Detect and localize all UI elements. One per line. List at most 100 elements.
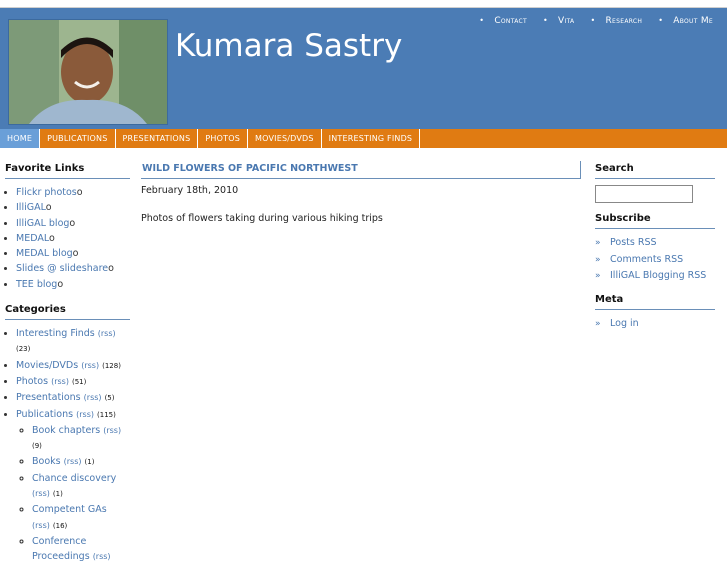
favorite-link[interactable]: Slides @ slideshare [16,263,108,274]
category-count: (1) [52,490,63,499]
main-content: Wild Flowers of Pacific Northwest Februa… [141,161,581,224]
subscribe-list: » Posts RSS » Comments RSS » IlliGAL Bloggi… [595,235,715,285]
nav-home[interactable]: Home [0,129,41,148]
nav-photos[interactable]: Photos [198,129,249,148]
meta-heading: Meta [595,294,715,310]
post-body: Photos of flowers taking during various … [141,213,383,224]
favorite-link[interactable]: IlliGAL [16,202,46,213]
rss-link[interactable]: (rss) [51,377,69,386]
list-item: » Posts RSS [595,235,715,252]
rss-link[interactable]: (rss) [103,426,121,435]
left-sidebar: Favorite Links Flickr photoso IlliGALo I… [5,163,130,565]
subcategory-item: Books (rss) (1) [32,454,130,470]
nav-publications[interactable]: Publications [40,129,116,148]
arrow-icon: » [595,318,601,329]
subcategory-item: Chance discovery (rss) (1) [32,471,130,503]
list-item: Flickr photoso [16,185,130,200]
post-date: February 18th, 2010 [141,185,239,196]
subcategory-link[interactable]: Books [32,456,61,467]
site-title[interactable]: Kumara Sastry [175,28,402,64]
subcategory-item: Competent GAs (rss) (16) [32,502,130,534]
categories-heading: Categories [5,304,130,321]
top-nav: Contact Vita Research About Me [479,16,713,26]
rss-link[interactable]: (rss) [32,521,50,530]
search-heading: Search [595,163,715,179]
list-item: » Log in [595,316,715,333]
category-link[interactable]: Interesting Finds [16,328,95,339]
category-link[interactable]: Publications [16,409,73,420]
search-input[interactable] [595,185,693,203]
favorite-link[interactable]: MEDAL [16,233,49,244]
nav-movies-dvds[interactable]: Movies/DVDs [248,129,322,148]
illigal-blogging-rss-link[interactable]: IlliGAL Blogging RSS [610,270,706,281]
list-item: » IlliGAL Blogging RSS [595,268,715,285]
comments-rss-link[interactable]: Comments RSS [610,254,683,265]
category-count: (23) [16,345,31,354]
top-nav-contact[interactable]: Contact [479,16,527,26]
subcategory-link[interactable]: Conference Proceedings [32,536,90,562]
category-count: (128) [102,361,121,370]
category-link[interactable]: Presentations [16,392,81,403]
category-link[interactable]: Photos [16,376,48,387]
category-count: (16) [52,521,68,530]
subcategories-list: Book chapters (rss) (9) Books (rss) (1) C… [16,423,130,565]
rss-link[interactable]: (rss) [81,361,99,370]
top-nav-vita[interactable]: Vita [543,16,574,26]
category-count: (9) [32,442,42,451]
arrow-icon: » [595,238,601,248]
top-nav-research[interactable]: Research [590,16,642,26]
favorite-links-list: Flickr photoso IlliGALo IlliGAL blogo ME… [5,185,130,292]
subcategory-link[interactable]: Competent GAs [32,504,107,515]
rss-link[interactable]: (rss) [32,489,50,498]
top-nav-about-me[interactable]: About Me [658,16,713,26]
list-item: » Comments RSS [595,252,715,269]
category-item: Presentations (rss) (5) [16,390,130,406]
rss-link[interactable]: (rss) [93,552,111,561]
rss-link[interactable]: (rss) [64,457,82,466]
favorite-link[interactable]: TEE blog [16,279,57,290]
favorite-link[interactable]: Flickr photos [16,187,77,198]
category-item: Publications (rss) (115) Book chapters (… [16,407,130,565]
log-in-link[interactable]: Log in [610,318,639,329]
rss-link[interactable]: (rss) [84,393,102,402]
categories-list: Interesting Finds (rss) (23) Movies/DVDs … [5,326,130,564]
subscribe-heading: Subscribe [595,213,715,229]
link-suffix: o [48,232,55,244]
favorite-links-heading: Favorite Links [5,163,130,179]
list-item: IlliGALo [16,200,130,215]
post-title[interactable]: Wild Flowers of Pacific Northwest [141,161,581,179]
top-border [0,0,727,8]
meta-list: » Log in [595,316,715,333]
favorite-link[interactable]: MEDAL blog [16,248,73,259]
list-item: MEDAL blogo [16,246,130,261]
subcategory-item: Book chapters (rss) (9) [32,423,130,455]
link-suffix: o [108,263,114,275]
main-navbar: Home Publications Presentations Photos M… [0,129,727,148]
nav-presentations[interactable]: Presentations [116,129,199,148]
link-suffix: o [76,187,83,198]
posts-rss-link[interactable]: Posts RSS [610,237,657,248]
profile-photo [8,19,168,125]
category-count: (51) [72,377,87,386]
subcategory-link[interactable]: Chance discovery [32,473,116,484]
category-count: (1) [84,458,95,467]
favorite-link[interactable]: IlliGAL blog [16,218,69,229]
nav-interesting-finds[interactable]: Interesting Finds [322,129,421,148]
list-item: TEE blogo [16,277,130,292]
category-item: Movies/DVDs (rss) (128) [16,358,130,374]
list-item: Slides @ slideshareo [16,261,130,276]
list-item: MEDALo [16,231,130,246]
link-suffix: o [57,278,64,290]
category-item: Interesting Finds (rss) (23) [16,326,130,358]
arrow-icon: » [595,271,601,282]
right-sidebar: Search Subscribe » Posts RSS » Comments RS… [595,163,715,332]
category-count: (115) [97,410,116,419]
category-link[interactable]: Movies/DVDs [16,360,78,371]
rss-link[interactable]: (rss) [76,410,94,419]
subcategory-item: Conference Proceedings (rss) [32,534,130,565]
category-item: Photos (rss) (51) [16,374,130,390]
rss-link[interactable]: (rss) [98,329,116,338]
subcategory-link[interactable]: Book chapters [32,425,100,436]
category-count: (5) [104,394,115,403]
site-header: Kumara Sastry Contact Vita Research Abou… [0,8,727,129]
